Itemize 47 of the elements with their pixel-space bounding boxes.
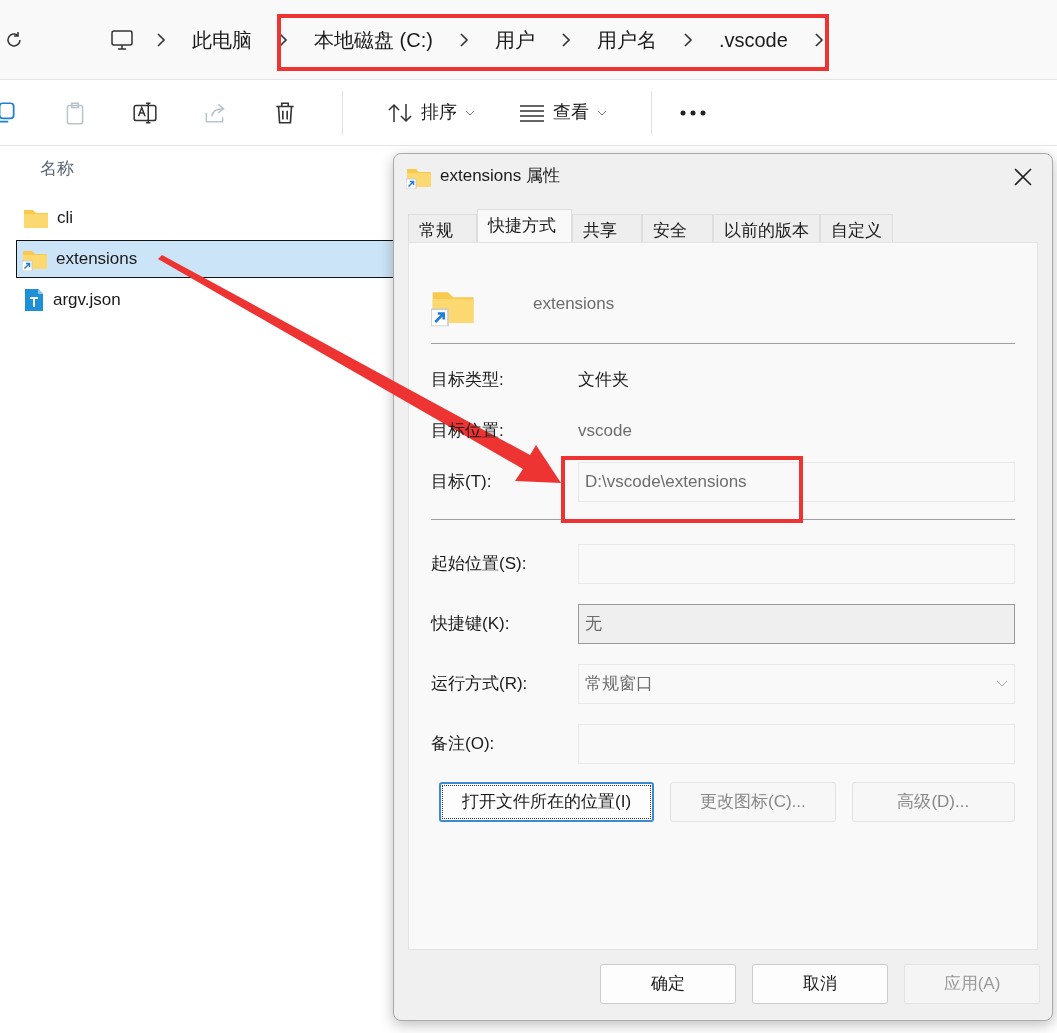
chevron-icon[interactable]	[156, 31, 166, 48]
file-row[interactable]: argv.json	[0, 281, 380, 319]
text-file-icon	[23, 288, 45, 312]
view-button[interactable]: 查看	[519, 99, 607, 126]
sort-icon	[387, 101, 413, 124]
action-button[interactable]: 打开文件所在的位置(I)	[439, 782, 655, 822]
tab[interactable]: 安全	[642, 214, 713, 242]
caret-icon	[597, 108, 607, 117]
file-row[interactable]: cli	[0, 199, 380, 237]
field-value: vscode	[578, 419, 633, 442]
field-label: 目标(T):	[431, 470, 493, 493]
more-icon[interactable]	[680, 109, 706, 116]
tab[interactable]: 快捷方式	[477, 209, 572, 242]
chevron-icon[interactable]	[560, 31, 571, 48]
field-label: 备注(O):	[431, 733, 496, 756]
computer-icon[interactable]	[110, 27, 134, 52]
dialog-button[interactable]: 确定	[600, 964, 736, 1004]
copy-icon[interactable]	[0, 99, 18, 126]
caret-icon	[465, 108, 475, 117]
sort-button[interactable]: 排序	[387, 99, 475, 126]
tab[interactable]: 以前的版本	[713, 214, 820, 242]
field-label: 快捷键(K):	[431, 613, 511, 636]
breadcrumb-item[interactable]: .vscode	[714, 24, 792, 55]
window-title: extensions 属性	[440, 165, 560, 188]
dialog-button[interactable]: 取消	[752, 964, 888, 1004]
field-label: 运行方式(R):	[431, 673, 529, 696]
field-value: 文件夹	[578, 368, 630, 391]
tab[interactable]: 共享	[572, 214, 642, 242]
field-label: 目标类型:	[431, 368, 505, 391]
tab[interactable]: 自定义	[820, 214, 893, 242]
tab[interactable]: 常规	[408, 214, 477, 242]
chevron-down-icon	[996, 680, 1008, 688]
rename-icon[interactable]	[132, 99, 158, 126]
chevron-icon[interactable]	[813, 31, 824, 48]
breadcrumb-item[interactable]: 用户	[490, 24, 539, 55]
close-icon	[1014, 167, 1032, 186]
chevron-icon[interactable]	[682, 31, 693, 48]
item-name: extensions	[533, 293, 615, 316]
chevron-icon[interactable]	[278, 31, 288, 48]
breadcrumb-item[interactable]: 用户名	[592, 24, 661, 55]
chevron-icon[interactable]	[458, 31, 469, 48]
breadcrumb-item[interactable]: 本地磁盘 (C:)	[310, 24, 437, 55]
refresh-icon[interactable]	[4, 29, 24, 50]
column-header[interactable]: 名称	[40, 159, 74, 178]
breadcrumb-item[interactable]: 此电脑	[188, 24, 256, 55]
list-icon	[519, 102, 545, 123]
field-label: 起始位置(S):	[431, 553, 528, 576]
